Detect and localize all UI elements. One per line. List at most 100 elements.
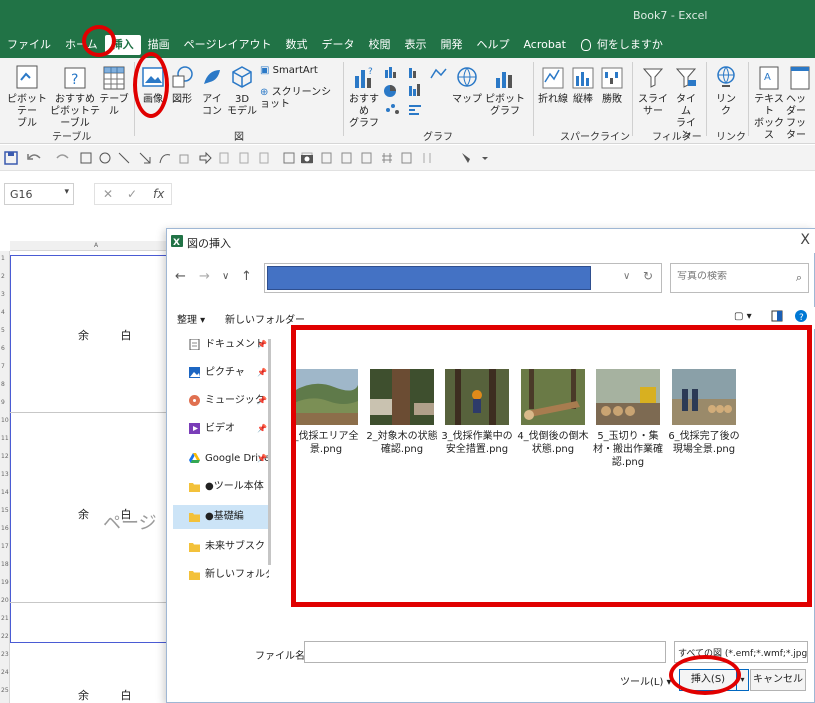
row-label[interactable]: 3 <box>1 291 5 298</box>
textbox-button[interactable]: A テキスト ボックス <box>752 64 786 142</box>
line-shape-icon[interactable] <box>117 151 131 165</box>
help-icon[interactable]: ? <box>794 309 808 326</box>
align-tools-icon[interactable] <box>218 151 278 165</box>
screenshot-button[interactable]: ⊕ スクリーンショット <box>260 87 340 111</box>
3d-models-button[interactable]: 3D モデル <box>226 64 258 118</box>
nav-item-folder[interactable]: 新しいフォルダー <box>173 563 269 587</box>
nav-item-folder[interactable]: 未来サブスク <box>173 535 269 559</box>
up-arrow-icon[interactable]: ↑ <box>241 269 252 284</box>
tab-file[interactable]: ファイル <box>0 35 58 55</box>
cancel-button[interactable]: キャンセル <box>750 669 806 691</box>
row-label[interactable]: 5 <box>1 327 5 334</box>
recent-locations-icon[interactable]: ∨ <box>222 271 229 282</box>
cancel-formula-icon[interactable]: ✕ <box>103 187 113 201</box>
block-arrow-icon[interactable] <box>198 151 212 165</box>
freeform-shape-icon[interactable] <box>158 151 172 165</box>
format-tools-icon[interactable] <box>320 151 412 165</box>
nav-item-videos[interactable]: ビデオ 📌 <box>173 417 269 441</box>
camera-icon[interactable] <box>300 151 314 165</box>
row-label[interactable]: 24 <box>1 669 9 676</box>
recommended-pivottable-button[interactable]: ? おすすめ ピボットテーブル <box>50 64 100 130</box>
row-label[interactable]: 25 <box>1 687 9 694</box>
nav-item-pictures[interactable]: ピクチャ 📌 <box>173 361 269 385</box>
row-label[interactable]: 15 <box>1 507 9 514</box>
address-dropdown-icon[interactable]: ∨ <box>623 271 630 282</box>
row-label[interactable]: 20 <box>1 597 9 604</box>
header-footer-button[interactable]: ヘッダー フッター <box>786 64 815 142</box>
row-label[interactable]: 6 <box>1 345 5 352</box>
save-icon[interactable] <box>4 151 18 165</box>
forward-arrow-icon[interactable]: → <box>199 269 210 284</box>
smartart-button[interactable]: ▣ SmartArt <box>260 65 330 77</box>
sparkline-winloss-button[interactable]: 勝敗 <box>599 64 625 106</box>
navigation-scrollbar[interactable] <box>268 339 271 565</box>
filename-input[interactable] <box>304 641 666 663</box>
tell-me-search[interactable]: 何をしますか <box>595 35 670 55</box>
sparkline-column-button[interactable]: 縦棒 <box>570 64 596 106</box>
tab-page-layout[interactable]: ページレイアウト <box>177 35 279 55</box>
row-label[interactable]: 23 <box>1 651 9 658</box>
dialog-close-button[interactable]: X <box>800 232 810 248</box>
rectangle-shape-icon[interactable] <box>80 151 92 165</box>
row-label[interactable]: 17 <box>1 543 9 550</box>
nav-item-google-drive[interactable]: Google Drive 📌 <box>173 447 269 471</box>
maps-button[interactable]: マップ <box>452 64 482 106</box>
pivottable-button[interactable]: ピボットテー ブル <box>4 64 50 130</box>
customize-qat-icon[interactable] <box>480 151 490 165</box>
name-box-dropdown-icon[interactable]: ▾ <box>64 187 69 197</box>
pivotchart-button[interactable]: ピボットグラフ <box>482 64 528 118</box>
icons-button[interactable]: アイ コン <box>199 64 225 118</box>
row-label[interactable]: 10 <box>1 417 9 424</box>
name-box[interactable]: G16 ▾ <box>4 183 74 205</box>
row-label[interactable]: 21 <box>1 615 9 622</box>
preview-pane-icon[interactable] <box>771 310 783 325</box>
arrow-shape-icon[interactable] <box>138 151 152 165</box>
view-options-icon[interactable]: ▢ ▾ <box>734 311 752 322</box>
address-bar[interactable]: ∨ ↻ <box>264 263 662 293</box>
table-button[interactable]: テーブル <box>98 64 130 118</box>
row-label[interactable]: 12 <box>1 453 9 460</box>
row-label[interactable]: 9 <box>1 399 5 406</box>
search-input[interactable] <box>677 271 787 282</box>
row-label[interactable]: 2 <box>1 273 5 280</box>
recommended-charts-button[interactable]: ? おすすめ グラフ <box>347 64 381 130</box>
tab-review[interactable]: 校閲 <box>361 35 397 55</box>
enter-formula-icon[interactable]: ✓ <box>127 187 137 201</box>
tab-view[interactable]: 表示 <box>397 35 433 55</box>
nav-item-music[interactable]: ミュージック 📌 <box>173 389 269 413</box>
nav-item-folder-selected[interactable]: ●基礎編 <box>173 505 269 529</box>
new-folder-button[interactable]: 新しいフォルダー <box>225 311 305 326</box>
row-label[interactable]: 16 <box>1 525 9 532</box>
row-label[interactable]: 1 <box>1 255 5 262</box>
link-button[interactable]: リンク <box>711 64 741 118</box>
fx-icon[interactable]: fx <box>153 187 164 201</box>
tab-help[interactable]: ヘルプ <box>469 35 516 55</box>
select-tools-icon[interactable] <box>420 151 480 165</box>
tab-data[interactable]: データ <box>314 35 361 55</box>
nav-item-documents[interactable]: ドキュメント 📌 <box>173 333 269 357</box>
row-label[interactable]: 19 <box>1 579 9 586</box>
shapes-button[interactable]: 図形 <box>168 64 196 106</box>
row-label[interactable]: 11 <box>1 435 9 442</box>
cube-shape-icon[interactable] <box>178 151 192 165</box>
row-label[interactable]: 18 <box>1 561 9 568</box>
redo-icon[interactable] <box>52 151 74 165</box>
tools-dropdown[interactable]: ツール(L) ▾ <box>620 673 672 688</box>
slicer-button[interactable]: スライサー <box>636 64 670 118</box>
oval-shape-icon[interactable] <box>98 151 112 165</box>
refresh-icon[interactable]: ↻ <box>643 269 653 283</box>
tab-formulas[interactable]: 数式 <box>278 35 314 55</box>
tab-developer[interactable]: 開発 <box>433 35 469 55</box>
row-label[interactable]: 13 <box>1 471 9 478</box>
row-label[interactable]: 4 <box>1 309 5 316</box>
organize-button[interactable]: 整理 ▾ <box>177 311 205 326</box>
row-label[interactable]: 7 <box>1 363 5 370</box>
undo-icon[interactable] <box>26 151 48 165</box>
row-label[interactable]: 22 <box>1 633 9 640</box>
sparkline-line-button[interactable]: 折れ線 <box>538 64 568 106</box>
back-arrow-icon[interactable]: ← <box>175 269 186 284</box>
tab-acrobat[interactable]: Acrobat <box>516 35 572 55</box>
row-label[interactable]: 14 <box>1 489 9 496</box>
row-label[interactable]: 8 <box>1 381 5 388</box>
search-box[interactable]: ⌕ <box>670 263 809 293</box>
